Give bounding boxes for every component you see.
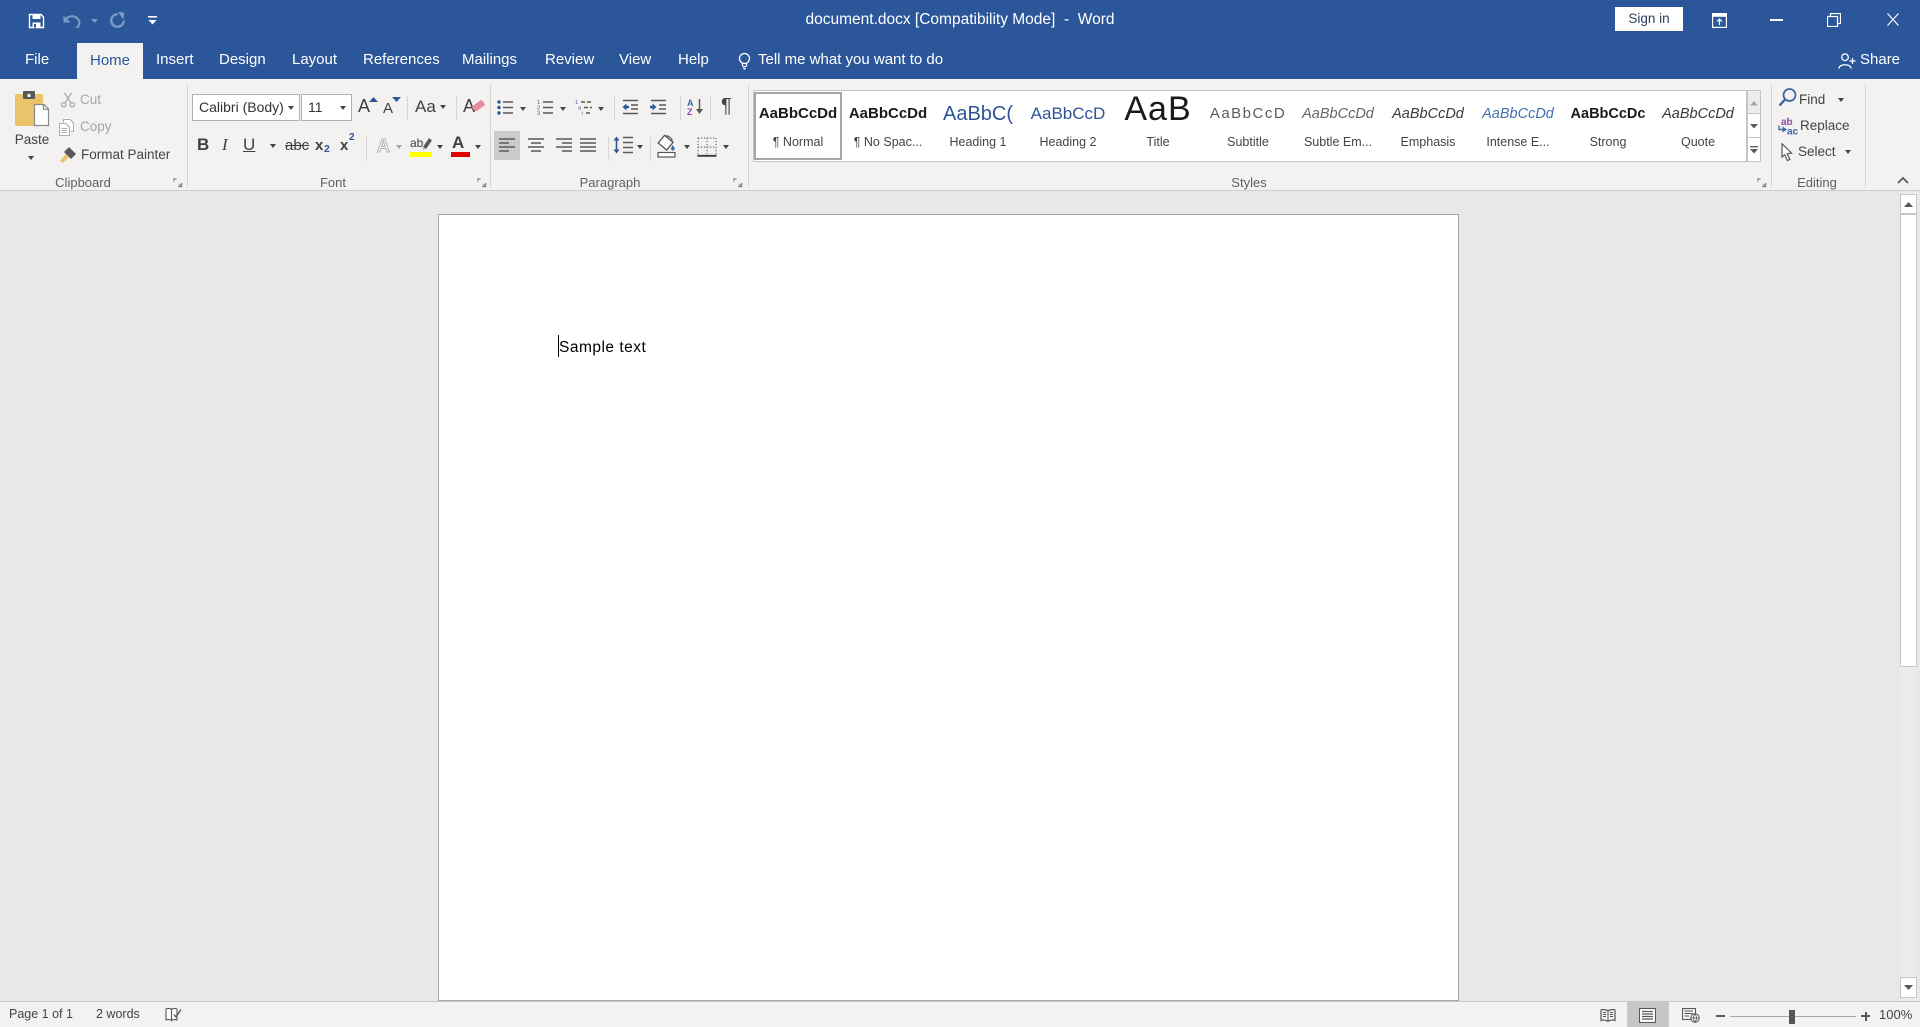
svg-text:i: i	[582, 111, 583, 115]
svg-text:Z: Z	[687, 107, 693, 115]
svg-text:ac: ac	[1787, 127, 1798, 136]
svg-text:ab: ab	[410, 136, 424, 150]
svg-text:3: 3	[537, 111, 540, 115]
